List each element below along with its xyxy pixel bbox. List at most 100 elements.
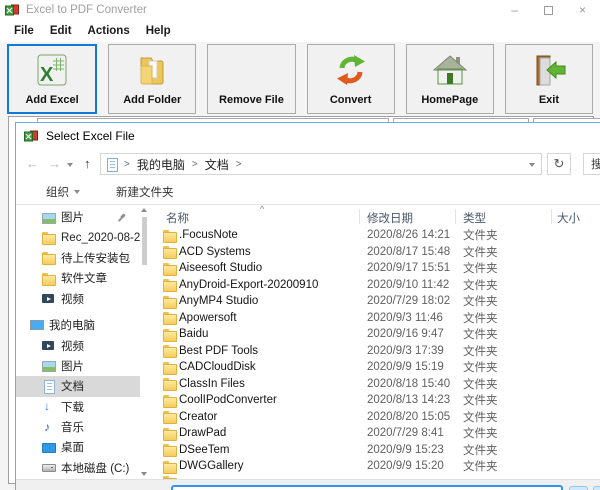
search-input[interactable]: 搜	[583, 153, 600, 175]
close-button[interactable]: ×	[579, 0, 586, 20]
sidebar-item[interactable]: 下载	[16, 397, 140, 417]
file-date-modified: 2020/8/13 14:23	[359, 394, 455, 406]
sidebar-item-icon	[42, 251, 55, 264]
up-icon[interactable]: ↑	[84, 155, 91, 173]
table-row[interactable]: AnyMP4 Studio 2020/7/29 18:02 文件夹	[154, 293, 600, 310]
refresh-icon[interactable]: ↻	[547, 153, 571, 175]
table-row[interactable]: DWGGallery 2020/9/9 15:20 文件夹	[154, 458, 600, 475]
sidebar-item-label: 待上传安装包	[61, 250, 130, 266]
history-chevron-down-icon[interactable]	[67, 163, 73, 167]
folder-icon	[163, 278, 176, 291]
folder-icon	[163, 328, 176, 341]
table-row[interactable]: CADCloudDisk 2020/9/9 15:19 文件夹	[154, 359, 600, 376]
table-row[interactable]: AnyDroid-Export-20200910 2020/9/10 11:42…	[154, 277, 600, 294]
maximize-button[interactable]	[544, 6, 553, 15]
sidebar-item[interactable]: 视频	[16, 335, 140, 355]
file-name: ACD Systems	[179, 246, 359, 258]
file-type: 文件夹	[455, 244, 551, 260]
minimize-button[interactable]: –	[511, 0, 518, 20]
open-button[interactable]	[569, 486, 588, 490]
dialog-bottom-bar	[16, 479, 600, 490]
file-date-modified: 2020/8/18 15:40	[359, 378, 455, 390]
sidebar-item[interactable]: 待上传安装包	[16, 248, 140, 268]
file-name-input[interactable]	[171, 485, 563, 490]
file-name: Apowersoft	[179, 312, 359, 324]
exit-button[interactable]: Exit	[505, 44, 593, 114]
screen: Excel to PDF Converter – × File Edit Act…	[0, 0, 600, 490]
file-name: Creator	[179, 411, 359, 423]
homepage-button[interactable]: HomePage	[406, 44, 494, 114]
breadcrumb-documents[interactable]: 文档	[205, 156, 229, 173]
menu-file[interactable]: File	[6, 25, 42, 37]
column-name[interactable]: 名称	[166, 210, 189, 226]
column-type[interactable]: 类型	[463, 210, 486, 226]
table-row[interactable]: Aiseesoft Studio 2020/9/17 15:51 文件夹	[154, 260, 600, 277]
column-size[interactable]: 大小	[557, 210, 580, 226]
scroll-down-icon[interactable]	[141, 472, 147, 476]
file-type: 文件夹	[455, 359, 551, 375]
new-folder-button[interactable]: 新建文件夹	[116, 184, 174, 200]
folder-icon	[163, 245, 176, 258]
table-row[interactable]: Apowersoft 2020/9/3 11:46 文件夹	[154, 310, 600, 327]
table-row[interactable]: CoolIPodConverter 2020/8/13 14:23 文件夹	[154, 392, 600, 409]
file-date-modified: 2020/8/20 15:05	[359, 411, 455, 423]
file-type: 文件夹	[455, 326, 551, 342]
organize-button[interactable]: 组织	[46, 184, 80, 200]
file-type: 文件夹	[455, 227, 551, 243]
add-excel-label: Add Excel	[25, 94, 78, 106]
back-icon[interactable]: ←	[26, 155, 39, 173]
scroll-up-icon[interactable]	[141, 208, 147, 212]
address-breadcrumb[interactable]: > 我的电脑 > 文档 >	[100, 153, 542, 175]
table-row[interactable]: ClassIn Files 2020/8/18 15:40 文件夹	[154, 376, 600, 393]
sidebar-item[interactable]: 视频	[16, 289, 140, 309]
menu-actions[interactable]: Actions	[80, 25, 138, 37]
sidebar-item[interactable]: 图片	[16, 356, 140, 376]
sidebar-item-my-computer[interactable]: 我的电脑	[16, 315, 140, 335]
menubar: File Edit Actions Help	[0, 20, 600, 42]
sidebar-scrollbar[interactable]	[140, 205, 150, 479]
breadcrumb-my-computer[interactable]: 我的电脑	[137, 156, 185, 173]
folder-icon	[163, 460, 176, 473]
file-type: 文件夹	[455, 409, 551, 425]
address-chevron-down-icon[interactable]	[529, 163, 535, 167]
file-name: DrawPad	[179, 427, 359, 439]
column-date-modified[interactable]: 修改日期	[367, 210, 413, 226]
breadcrumb-separator: >	[192, 159, 198, 170]
sidebar-item[interactable]: Rec_2020-08-2	[16, 227, 140, 247]
scrollbar-thumb[interactable]	[142, 217, 147, 265]
table-row[interactable]: Best PDF Tools 2020/9/3 17:39 文件夹	[154, 343, 600, 360]
file-date-modified: 2020/8/26 14:21	[359, 229, 455, 241]
file-type: 文件夹	[455, 376, 551, 392]
sidebar-item[interactable]: 音乐	[16, 417, 140, 437]
file-date-modified: 2020/9/9 15:19	[359, 361, 455, 373]
sidebar-item[interactable]: 图片	[16, 207, 140, 227]
add-folder-icon	[134, 54, 170, 92]
table-row[interactable]: ACD Systems 2020/8/17 15:48 文件夹	[154, 244, 600, 261]
remove-file-button[interactable]: Remove File	[207, 44, 295, 114]
file-list-header: 名称 ^ 修改日期 类型 大小	[154, 205, 600, 227]
table-row[interactable]: DrawPad 2020/7/29 8:41 文件夹	[154, 425, 600, 442]
menu-help[interactable]: Help	[138, 25, 179, 37]
sidebar-item-label: 视频	[61, 338, 84, 354]
forward-icon[interactable]: →	[48, 155, 61, 173]
menu-edit[interactable]: Edit	[42, 25, 80, 37]
add-excel-button[interactable]: X Add Excel	[7, 44, 97, 114]
file-list: 名称 ^ 修改日期 类型 大小 .FocusNote 2020/8	[154, 205, 600, 490]
table-row[interactable]: Creator 2020/8/20 15:05 文件夹	[154, 409, 600, 426]
sidebar-item[interactable]: 文档	[16, 376, 140, 396]
sidebar-item[interactable]: 本地磁盘 (C:)	[16, 458, 140, 478]
sidebar-item-icon	[42, 380, 55, 393]
sidebar-item[interactable]: 桌面	[16, 437, 140, 457]
app-icon	[5, 3, 19, 17]
table-row[interactable]: Baidu 2020/9/16 9:47 文件夹	[154, 326, 600, 343]
folder-icon	[163, 427, 176, 440]
sidebar-item-icon	[42, 400, 55, 413]
table-row[interactable]: DSeeTem 2020/9/9 15:23 文件夹	[154, 442, 600, 459]
file-name: Baidu	[179, 328, 359, 340]
dialog-body: 图片 Rec_2020-08-2 待上传安装包	[16, 205, 600, 490]
table-row[interactable]: .FocusNote 2020/8/26 14:21 文件夹	[154, 227, 600, 244]
sidebar-item[interactable]: 软件文章	[16, 268, 140, 288]
cancel-button[interactable]	[593, 486, 600, 490]
convert-button[interactable]: Convert	[307, 44, 395, 114]
add-folder-button[interactable]: Add Folder	[108, 44, 196, 114]
